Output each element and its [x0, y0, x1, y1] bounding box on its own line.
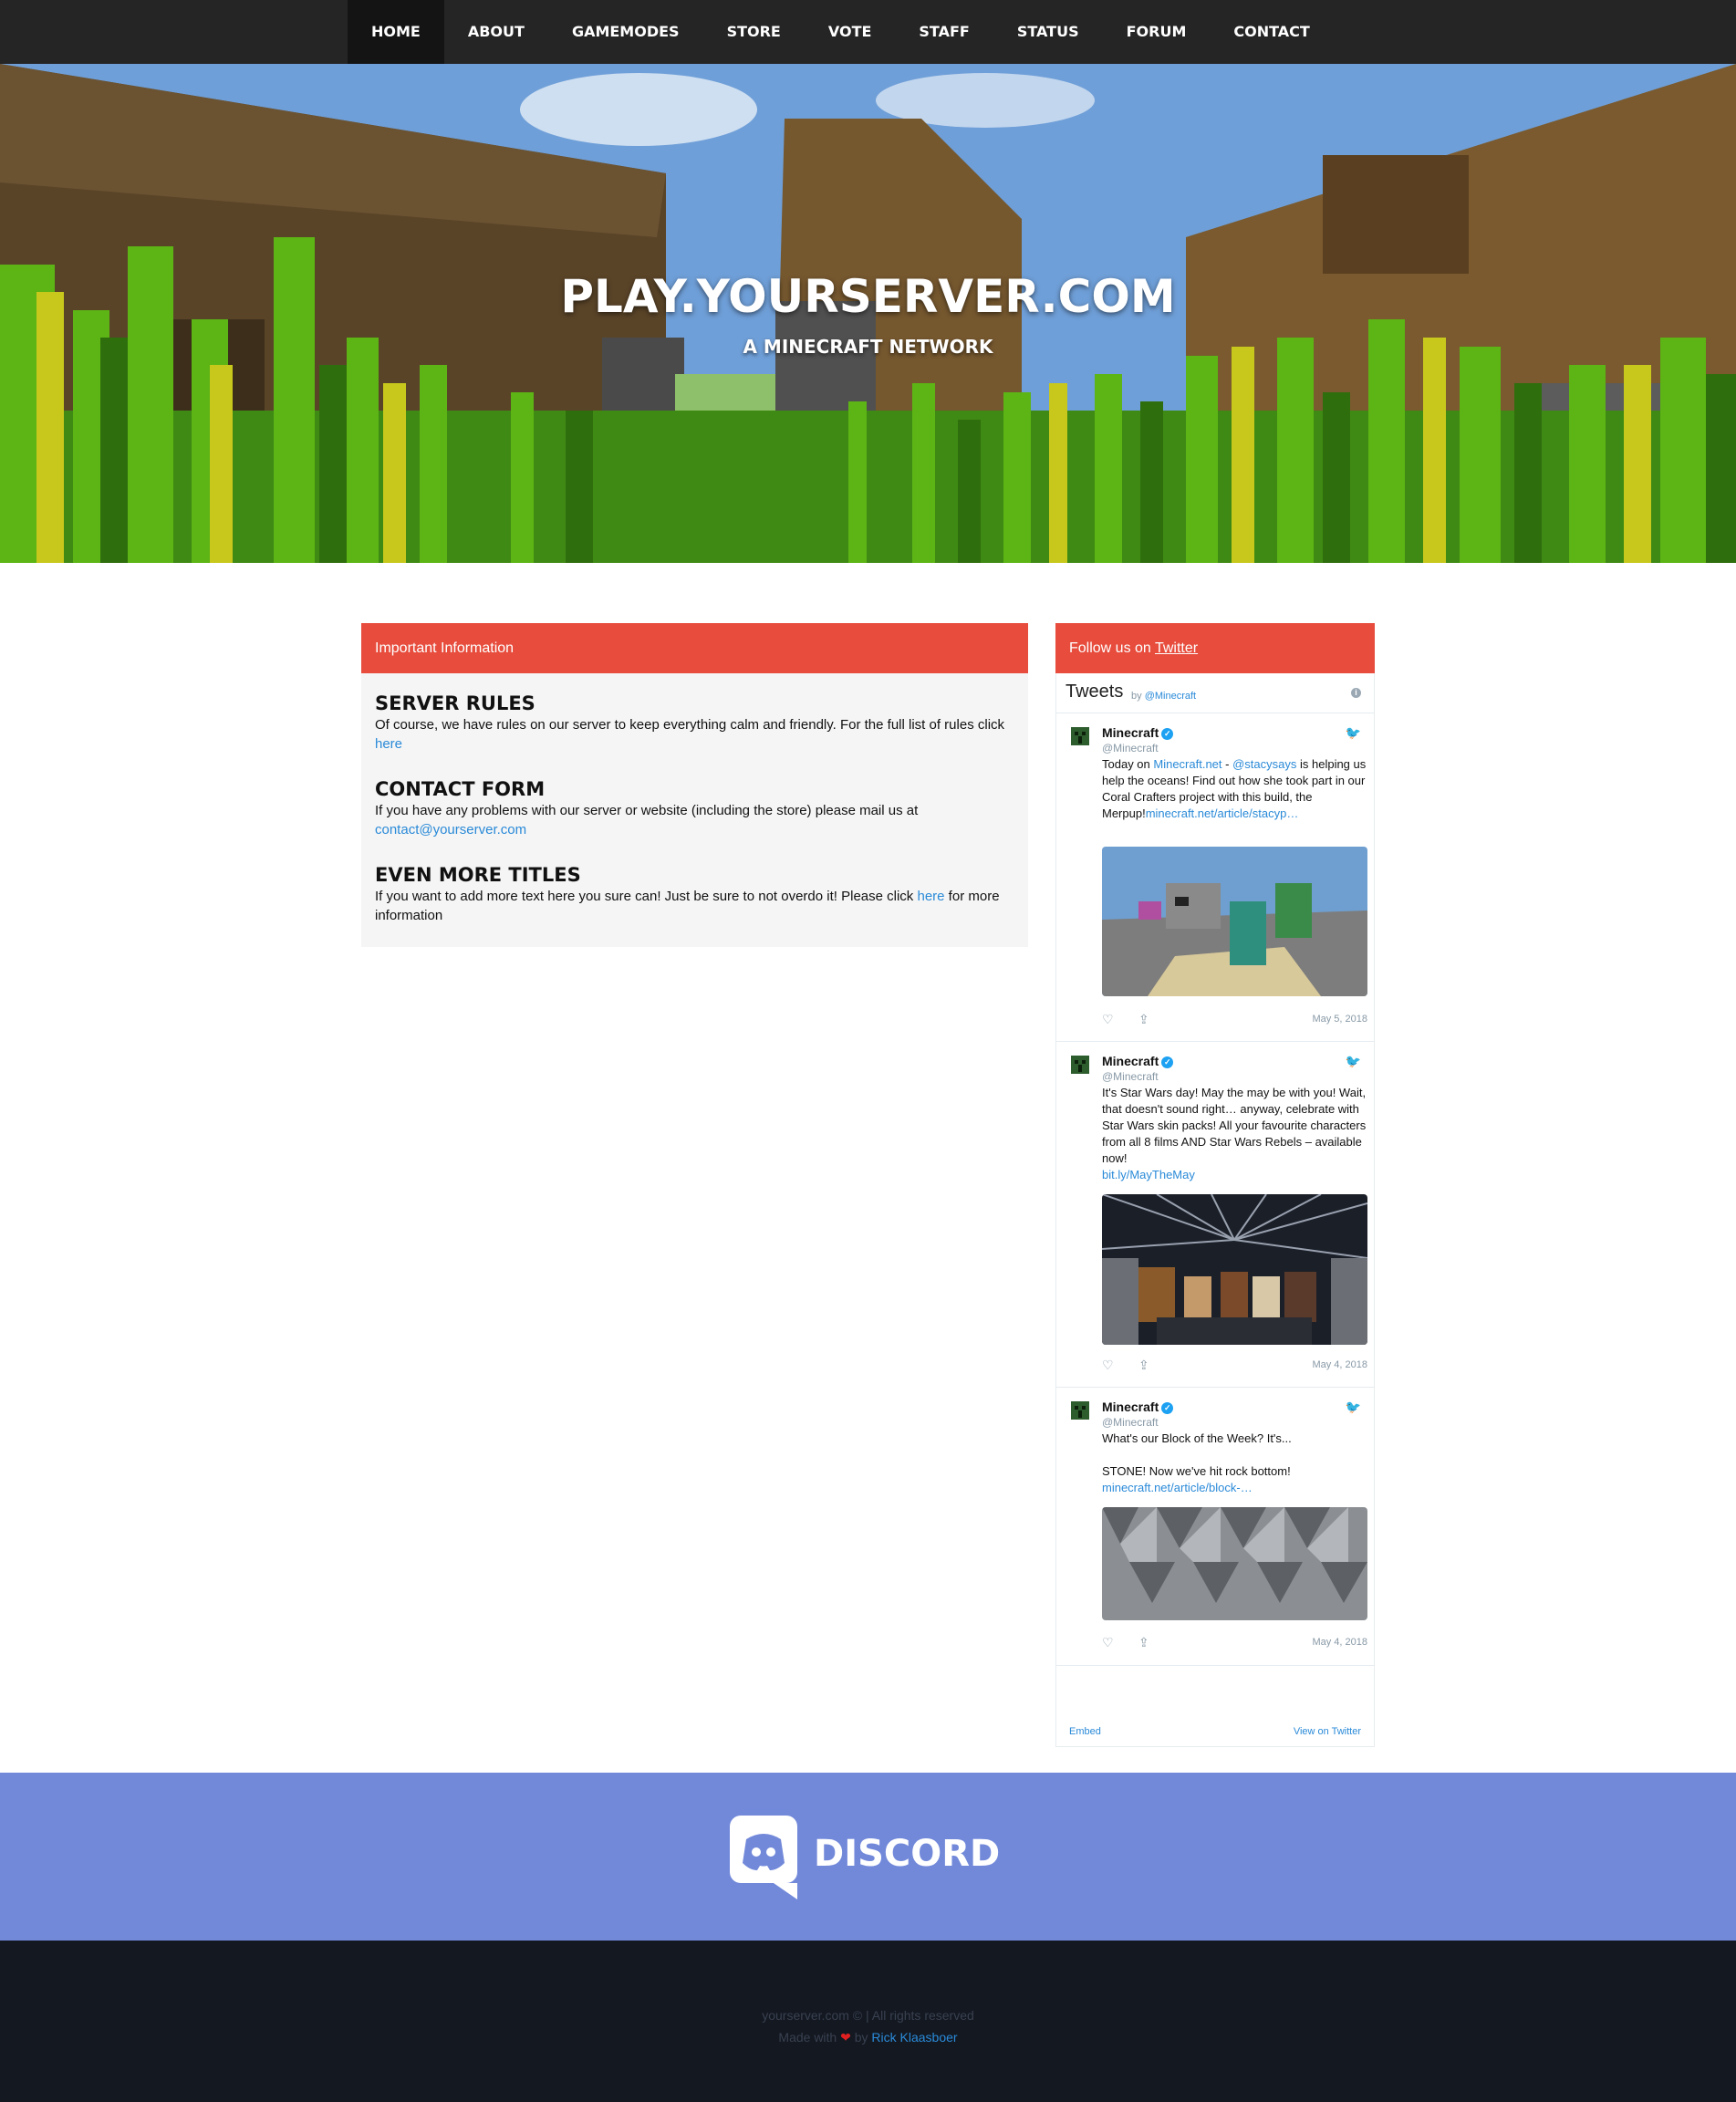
tweet-handle[interactable]: @Minecraft [1102, 1416, 1159, 1429]
nav-gamemodes[interactable]: GAMEMODES [548, 0, 703, 64]
info-panel-body: SERVER RULES Of course, we have rules on… [361, 673, 1028, 947]
nav-menu: HOME ABOUT GAMEMODES STORE VOTE STAFF ST… [348, 0, 1334, 64]
like-heart-icon[interactable]: ♡ [1102, 1012, 1114, 1027]
tweet-link[interactable]: minecraft.net/article/stacyp… [1146, 806, 1299, 820]
twitter-timeline-widget: Tweets by @Minecraft i Minecraft ✓ @Minec… [1055, 673, 1375, 1747]
twitter-bird-icon[interactable]: 🐦 [1346, 1400, 1361, 1415]
like-heart-icon[interactable]: ♡ [1102, 1635, 1114, 1650]
share-icon[interactable]: ⇪ [1138, 1358, 1149, 1373]
share-icon[interactable]: ⇪ [1138, 1012, 1149, 1027]
tweet-text: What's our Block of the Week? It's... STO… [1102, 1431, 1292, 1494]
tweet-item[interactable]: Minecraft ✓ @Minecraft 🐦 It's Star Wars d… [1056, 1043, 1374, 1388]
timeline-header: Tweets by @Minecraft i [1056, 673, 1374, 713]
tweet-image[interactable] [1102, 1507, 1367, 1620]
creeper-avatar-icon[interactable] [1071, 1401, 1089, 1420]
timeline-by: by @Minecraft [1131, 691, 1197, 702]
section-text: If you want to add more text here you su… [375, 889, 1000, 923]
tweet-handle[interactable]: @Minecraft [1102, 1070, 1159, 1083]
tweet-link[interactable]: minecraft.net/article/block-… [1102, 1481, 1253, 1494]
important-information-panel: Important Information SERVER RULES Of co… [361, 623, 1028, 947]
author-link[interactable]: Rick Klaasboer [871, 2030, 957, 2045]
section-title: CONTACT FORM [375, 778, 546, 800]
contact-form-section: CONTACT FORM If you have any problems wi… [375, 777, 1014, 839]
twitter-bird-icon[interactable]: 🐦 [1346, 1054, 1361, 1069]
nav-forum[interactable]: FORUM [1103, 0, 1211, 64]
top-navbar: HOME ABOUT GAMEMODES STORE VOTE STAFF ST… [0, 0, 1736, 64]
server-address-title: PLAY.YOURSERVER.COM [560, 270, 1176, 323]
nav-vote[interactable]: VOTE [805, 0, 896, 64]
nav-contact[interactable]: CONTACT [1210, 0, 1333, 64]
like-heart-icon[interactable]: ♡ [1102, 1358, 1114, 1373]
tweet-item[interactable]: Minecraft ✓ @Minecraft 🐦 What's our Block… [1056, 1389, 1374, 1666]
twitter-panel-header: Follow us on Twitter [1055, 623, 1375, 673]
section-text: Of course, we have rules on our server t… [375, 717, 1005, 752]
nav-store[interactable]: STORE [703, 0, 805, 64]
embed-link[interactable]: Embed [1069, 1726, 1101, 1737]
tweet-link[interactable]: bit.ly/MayTheMay [1102, 1168, 1195, 1181]
tweet-author[interactable]: Minecraft ✓ [1102, 725, 1174, 740]
contact-email-link[interactable]: contact@yourserver.com [375, 822, 526, 838]
tweet-date[interactable]: May 5, 2018 [1312, 1014, 1367, 1025]
verified-badge-icon: ✓ [1161, 728, 1174, 740]
section-text: If you have any problems with our server… [375, 803, 919, 838]
timeline-handle-link[interactable]: @Minecraft [1145, 691, 1196, 702]
nav-status[interactable]: STATUS [993, 0, 1103, 64]
hero-banner: PLAY.YOURSERVER.COM A MINECRAFT NETWORK [0, 64, 1736, 563]
creeper-avatar-icon[interactable] [1071, 1056, 1089, 1074]
info-panel-header: Important Information [361, 623, 1028, 673]
more-info-link[interactable]: here [917, 889, 944, 904]
twitter-link[interactable]: Twitter [1155, 640, 1198, 656]
tweet-author[interactable]: Minecraft ✓ [1102, 1400, 1174, 1414]
section-title: EVEN MORE TITLES [375, 864, 581, 886]
rules-link[interactable]: here [375, 736, 402, 752]
discord-band: DISCORD [0, 1773, 1736, 1941]
tweet-date[interactable]: May 4, 2018 [1312, 1359, 1367, 1370]
timeline-title: Tweets [1066, 682, 1124, 702]
tweet-item[interactable]: Minecraft ✓ @Minecraft 🐦 Today on Minecra… [1056, 714, 1374, 1042]
tweet-date[interactable]: May 4, 2018 [1312, 1637, 1367, 1648]
verified-badge-icon: ✓ [1161, 1056, 1174, 1068]
twitter-panel: Follow us on Twitter Tweets by @Minecraf… [1055, 623, 1375, 1747]
nav-staff[interactable]: STAFF [895, 0, 993, 64]
info-icon[interactable]: i [1351, 688, 1361, 698]
tweet-text: Today on Minecraft.net - @stacysays is h… [1102, 757, 1367, 820]
made-with-text: Made with ❤ by Rick Klaasboer [778, 2030, 958, 2045]
section-title: SERVER RULES [375, 692, 535, 714]
discord-logo-icon[interactable]: DISCORD [730, 1816, 1013, 1899]
tweet-image[interactable] [1102, 1194, 1367, 1345]
copyright-text: yourserver.com © | All rights reserved [762, 2008, 974, 2023]
heart-icon: ❤ [840, 2030, 851, 2045]
tweet-author[interactable]: Minecraft ✓ [1102, 1054, 1174, 1068]
tweet-mention[interactable]: @stacysays [1232, 757, 1296, 771]
hero-subtitle: A MINECRAFT NETWORK [743, 336, 993, 358]
creeper-avatar-icon[interactable] [1071, 727, 1089, 745]
nav-about[interactable]: ABOUT [444, 0, 548, 64]
tweet-handle[interactable]: @Minecraft [1102, 742, 1159, 754]
tweet-link[interactable]: Minecraft.net [1153, 757, 1221, 771]
share-icon[interactable]: ⇪ [1138, 1635, 1149, 1650]
more-titles-section: EVEN MORE TITLES If you want to add more… [375, 863, 1014, 925]
tweet-text: It's Star Wars day! May the may be with … [1102, 1086, 1367, 1181]
tweet-image[interactable] [1102, 847, 1367, 996]
verified-badge-icon: ✓ [1161, 1402, 1174, 1414]
discord-wordmark: DISCORD [814, 1833, 1000, 1875]
server-rules-section: SERVER RULES Of course, we have rules on… [375, 692, 1014, 754]
page-footer: yourserver.com © | All rights reserved M… [0, 1941, 1736, 2102]
view-on-twitter-link[interactable]: View on Twitter [1294, 1726, 1361, 1737]
nav-home[interactable]: HOME [348, 0, 444, 64]
twitter-bird-icon[interactable]: 🐦 [1346, 725, 1361, 741]
